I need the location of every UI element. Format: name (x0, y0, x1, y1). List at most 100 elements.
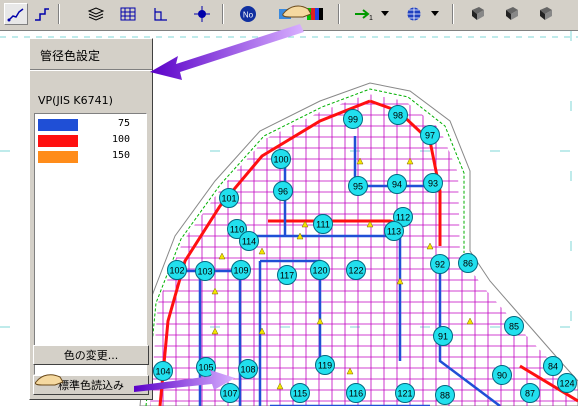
globe-icon[interactable] (402, 3, 426, 25)
pipe-node[interactable]: 91 (433, 326, 453, 346)
pipe-node[interactable]: 88 (435, 385, 455, 405)
pipe-node[interactable]: 117 (277, 265, 297, 285)
pipe-color-icon[interactable] (276, 3, 328, 25)
pipe-node[interactable]: 107 (220, 383, 240, 403)
pipe-node[interactable]: 109 (231, 260, 251, 280)
pipe-node[interactable]: 114 (239, 231, 259, 251)
pipe-node[interactable]: 101 (219, 188, 239, 208)
load-default-colors-button[interactable]: 標準色読込み (33, 375, 149, 395)
list-item[interactable]: 75 (38, 118, 144, 132)
node-label: 115 (293, 389, 307, 399)
pipe-node[interactable]: 84 (543, 356, 563, 376)
pipe-node[interactable]: 124 (557, 373, 577, 393)
number-icon[interactable]: No (236, 3, 260, 25)
pipe-node[interactable]: 90 (492, 365, 512, 385)
change-color-button[interactable]: 色の変更... (33, 345, 149, 365)
node-icon[interactable] (190, 3, 214, 25)
flow-arrow-icon (466, 317, 474, 325)
pipe-node[interactable]: 94 (387, 174, 407, 194)
pipe-node[interactable]: 119 (315, 355, 335, 375)
node-label: 93 (428, 179, 438, 189)
node-label: 100 (273, 155, 288, 165)
pipe-node[interactable]: 115 (290, 383, 310, 403)
node-label: 113 (387, 227, 401, 237)
node-label: 111 (316, 220, 330, 230)
node-label: 108 (240, 365, 255, 375)
pipe-node[interactable]: 93 (423, 173, 443, 193)
pipe-node[interactable]: 102 (167, 260, 187, 280)
node-label: 94 (392, 180, 402, 190)
color-swatch (38, 119, 78, 131)
pipe-node[interactable]: 87 (520, 383, 540, 403)
pipe-node[interactable]: 97 (420, 125, 440, 145)
pipe-node[interactable]: 95 (348, 176, 368, 196)
node-label: 116 (349, 389, 363, 399)
pipe-node[interactable]: 92 (430, 254, 450, 274)
chevron-down-icon[interactable] (380, 3, 390, 25)
layers-icon[interactable] (84, 3, 108, 25)
flow-arrow-icon (316, 317, 324, 325)
svg-text:1: 1 (369, 15, 373, 22)
grid-icon[interactable] (116, 3, 140, 25)
pipe-material-label: VP(JIS K6741) (38, 94, 113, 107)
pipe-node[interactable]: 103 (195, 261, 215, 281)
node-label: 124 (559, 379, 574, 389)
pipe-node[interactable]: 100 (271, 149, 291, 169)
list-item[interactable]: 150 (38, 150, 144, 164)
pipe-size-value: 100 (111, 134, 130, 145)
node-label: 110 (230, 225, 244, 235)
panel-title: 管径色設定 (40, 49, 101, 63)
pipe-node[interactable]: 122 (346, 260, 366, 280)
book-icon[interactable] (466, 3, 490, 25)
flow-arrow-icon (211, 327, 219, 335)
node-label: 98 (393, 111, 403, 121)
pipe-node[interactable]: 96 (273, 181, 293, 201)
node-label: 88 (440, 391, 450, 401)
pipe-color-settings-panel: 管径色設定 VP(JIS K6741) 75 100 150 色の変更... 標… (29, 38, 153, 400)
node-label: 87 (525, 389, 535, 399)
pipe-node[interactable]: 108 (238, 359, 258, 379)
pipe-node[interactable]: 105 (196, 357, 216, 377)
node-label: 104 (155, 367, 170, 377)
node-label: 120 (312, 266, 327, 276)
pipe-node[interactable]: 85 (504, 316, 524, 336)
list-item[interactable]: 100 (38, 134, 144, 148)
node-label: 117 (280, 271, 294, 281)
axis-icon[interactable] (148, 3, 172, 25)
node-label: 97 (425, 131, 435, 141)
pipe-size-color-list[interactable]: 75 100 150 (34, 113, 147, 375)
node-label: 95 (353, 182, 363, 192)
node-label: 92 (435, 260, 445, 270)
node-label: 112 (396, 213, 410, 223)
pipe-line-icon[interactable] (4, 3, 28, 25)
pipe-node[interactable]: 116 (346, 383, 366, 403)
node-label: 84 (548, 362, 558, 372)
book-icon[interactable] (534, 3, 558, 25)
pipe-node[interactable]: 120 (310, 260, 330, 280)
pipe-node[interactable]: 99 (343, 109, 363, 129)
flow-direction-icon[interactable]: 1 (352, 3, 376, 25)
node-label: 85 (509, 322, 519, 332)
node-label: 114 (242, 237, 256, 247)
node-label: 99 (348, 115, 358, 125)
book-icon[interactable] (500, 3, 524, 25)
pipe-node[interactable]: 104 (153, 361, 173, 381)
color-swatch (38, 135, 78, 147)
flow-arrow-icon (258, 247, 266, 255)
pipe-node[interactable]: 98 (388, 105, 408, 125)
pipe-node[interactable]: 121 (395, 383, 415, 403)
node-label: 121 (397, 389, 412, 399)
node-label: 109 (233, 266, 248, 276)
pipe-node[interactable]: 111 (313, 214, 333, 234)
pipe-line-alt-icon[interactable] (30, 3, 54, 25)
chevron-down-icon[interactable] (430, 3, 440, 25)
pipe-node[interactable]: 113 (384, 221, 404, 241)
flow-arrow-icon (276, 382, 284, 390)
toolbar: No 1 (0, 0, 578, 31)
pipe-size-value: 150 (111, 150, 130, 161)
pipe-node[interactable]: 86 (458, 253, 478, 273)
node-label: 119 (318, 361, 332, 371)
flow-arrow-icon (346, 367, 354, 375)
color-swatch (38, 151, 78, 163)
node-label: 105 (198, 363, 213, 373)
